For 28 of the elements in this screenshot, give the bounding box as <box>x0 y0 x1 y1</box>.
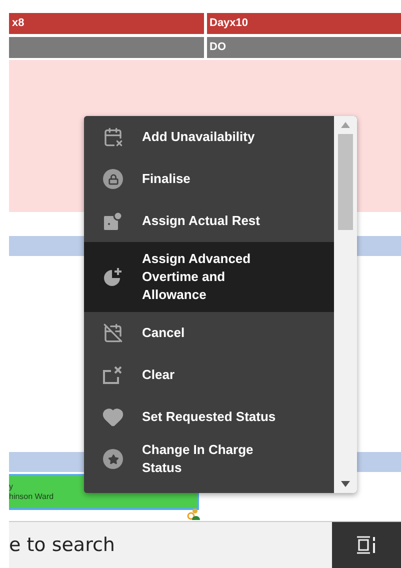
calendar-x-icon <box>103 127 123 147</box>
scroll-down-icon[interactable] <box>341 481 350 487</box>
menu-item[interactable]: Assign Actual Rest <box>84 200 334 242</box>
column-header: Dayx10 <box>206 13 401 34</box>
pie-plus-icon <box>103 267 123 287</box>
menu-item[interactable]: Finalise <box>84 158 334 200</box>
lock-icon <box>103 169 123 189</box>
people-icon <box>187 508 201 520</box>
task-view-icon <box>356 535 378 555</box>
scroll-thumb[interactable] <box>338 134 353 230</box>
menu-item[interactable]: Cancel <box>84 312 334 354</box>
menu-item[interactable]: Assign Advanced Overtime and Allowance <box>84 242 334 312</box>
menu-item[interactable]: Change In Charge Status <box>84 438 334 480</box>
heart-icon <box>102 406 124 428</box>
menu-item[interactable]: Clear <box>84 354 334 396</box>
task-view-button[interactable] <box>332 522 401 568</box>
column-header: x8 <box>9 13 204 34</box>
shift-text: y <box>9 482 14 492</box>
search-field[interactable]: e to search <box>9 522 332 568</box>
scrollbar[interactable] <box>334 116 357 493</box>
square-dot-icon <box>103 211 123 231</box>
scroll-up-icon[interactable] <box>341 122 350 128</box>
menu-item[interactable]: Set Requested Status <box>84 396 334 438</box>
slashed-calendar-icon <box>103 323 123 343</box>
status-cell: DO <box>206 37 401 58</box>
box-x-icon <box>102 365 124 385</box>
menu-item[interactable]: Add Unavailability <box>84 116 334 158</box>
ward-text: hinson Ward <box>9 492 55 502</box>
